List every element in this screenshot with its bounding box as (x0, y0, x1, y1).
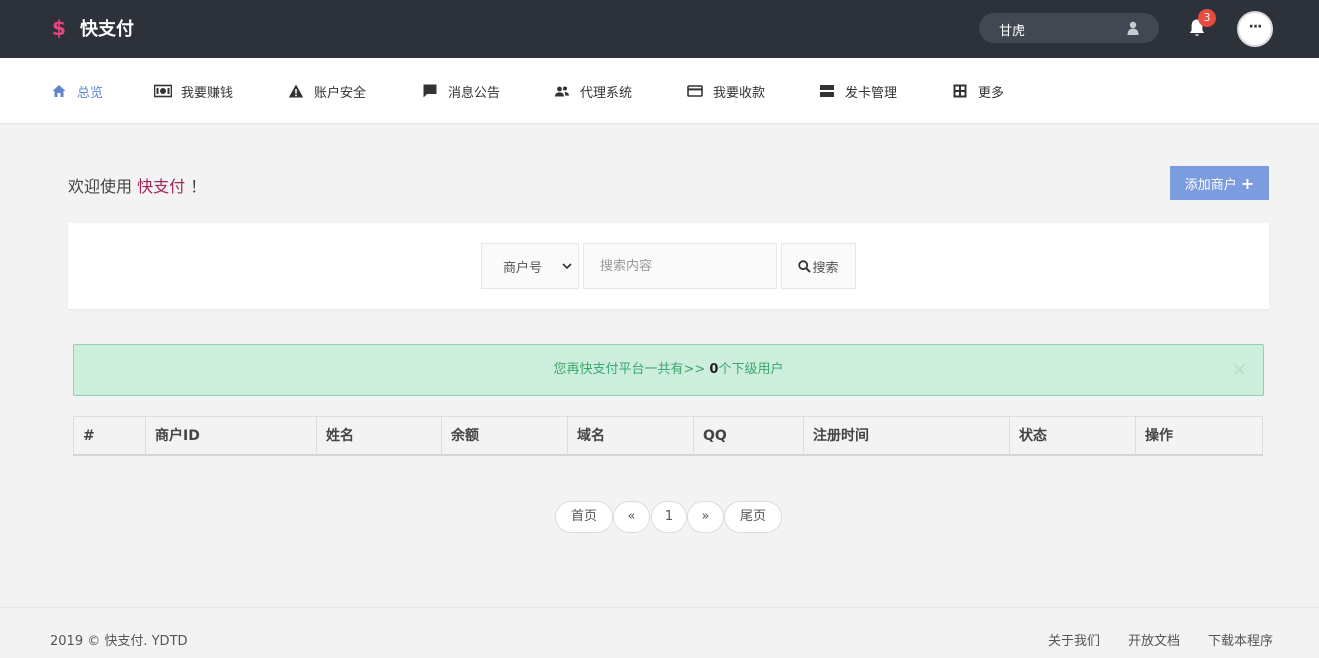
table-header-cell: 余额 (442, 417, 568, 455)
top-bar: $ 快支付 甘虎 3 ··· (0, 0, 1319, 58)
server-icon (820, 85, 834, 97)
nav-item-label: 总览 (77, 85, 104, 101)
warning-icon (288, 84, 304, 98)
brand-logo[interactable]: $ 快支付 (52, 14, 134, 42)
add-merchant-label: 添加商户 (1184, 177, 1237, 193)
nav-item-label: 更多 (978, 85, 1005, 101)
users-icon (555, 86, 569, 97)
welcome-brand: 快支付 (137, 177, 186, 196)
close-icon[interactable]: × (1232, 345, 1247, 395)
alert-text-before: 您再快支付平台一共有>> (553, 362, 710, 377)
dollar-icon: $ (52, 16, 66, 40)
user-name: 甘虎 (999, 24, 1026, 39)
nav-item-receive[interactable]: 我要收款 (687, 82, 766, 101)
pagination-next[interactable]: » (687, 501, 724, 533)
alert-text-after: 个下级用户 (718, 362, 784, 377)
user-icon (1127, 21, 1139, 35)
search-panel: 商户号 搜索 (68, 223, 1269, 309)
nav-item-overview[interactable]: 总览 (51, 82, 104, 101)
search-button-label: 搜索 (812, 260, 839, 276)
nav-item-label: 代理系统 (580, 85, 633, 101)
nav-item-agent[interactable]: 代理系统 (554, 82, 633, 101)
welcome-suffix: ！ (185, 177, 207, 196)
brand-name: 快支付 (80, 19, 134, 40)
table-header-cell: QQ (694, 417, 804, 455)
footer-link-download[interactable]: 下载本程序 (1208, 630, 1273, 649)
search-field-select[interactable]: 商户号 (481, 243, 579, 289)
subuser-alert: 您再快支付平台一共有>> 0个下级用户 × (73, 344, 1264, 396)
select-value: 商户号 (503, 260, 543, 276)
table-header-cell: 商户ID (146, 417, 317, 455)
search-icon (798, 259, 812, 273)
pagination-prev[interactable]: « (613, 501, 650, 533)
home-icon (52, 85, 66, 97)
pagination-page[interactable]: 1 (651, 501, 687, 533)
nav-item-messages[interactable]: 消息公告 (422, 82, 501, 101)
more-button[interactable]: ··· (1237, 11, 1273, 47)
message-icon (423, 84, 437, 98)
table-header-cell: 域名 (568, 417, 694, 455)
money-icon (154, 84, 172, 98)
puzzle-icon (953, 84, 967, 98)
table-header-cell: # (74, 417, 146, 455)
user-menu[interactable]: 甘虎 (979, 13, 1159, 43)
merchant-table: # 商户ID 姓名 余额 域名 QQ 注册时间 状态 操作 (73, 416, 1263, 456)
nav-item-label: 发卡管理 (845, 85, 898, 101)
footer-link-about[interactable]: 关于我们 (1048, 630, 1100, 649)
footer: 2019 © 快支付. YDTD 关于我们 开放文档 下载本程序 (0, 607, 1319, 658)
plus-icon: + (1240, 173, 1255, 193)
footer-link-docs[interactable]: 开放文档 (1128, 630, 1180, 649)
nav-item-label: 我要赚钱 (181, 85, 234, 101)
pagination-first[interactable]: 首页 (555, 501, 613, 533)
nav-item-more[interactable]: 更多 (952, 82, 1005, 101)
nav-item-cards[interactable]: 发卡管理 (819, 82, 898, 101)
credit-card-icon (687, 85, 703, 97)
table-header-cell: 注册时间 (804, 417, 1010, 455)
chevron-down-icon (562, 263, 572, 270)
nav-item-label: 消息公告 (448, 85, 501, 101)
nav-item-earn[interactable]: 我要赚钱 (154, 82, 234, 101)
table-header-cell: 状态 (1010, 417, 1136, 455)
add-merchant-button[interactable]: 添加商户 + (1170, 166, 1269, 200)
notification-badge: 3 (1198, 9, 1216, 27)
welcome-heading: 欢迎使用 快支付 ！ (68, 173, 206, 197)
copyright: 2019 © 快支付. YDTD (50, 634, 188, 649)
search-button[interactable]: 搜索 (781, 243, 856, 289)
table-header-cell: 操作 (1145, 428, 1173, 444)
nav-item-label: 账户安全 (314, 85, 367, 101)
table-header-cell: 姓名 (317, 417, 442, 455)
nav-item-security[interactable]: 账户安全 (288, 82, 367, 101)
search-input[interactable] (583, 243, 777, 289)
main-nav: 总览 我要赚钱 账户安全 消息公告 代理系统 我要收款 发卡管理 更多 (0, 58, 1319, 124)
welcome-prefix: 欢迎使用 (68, 177, 138, 196)
nav-item-label: 我要收款 (713, 85, 766, 101)
pagination-last[interactable]: 尾页 (724, 501, 782, 533)
